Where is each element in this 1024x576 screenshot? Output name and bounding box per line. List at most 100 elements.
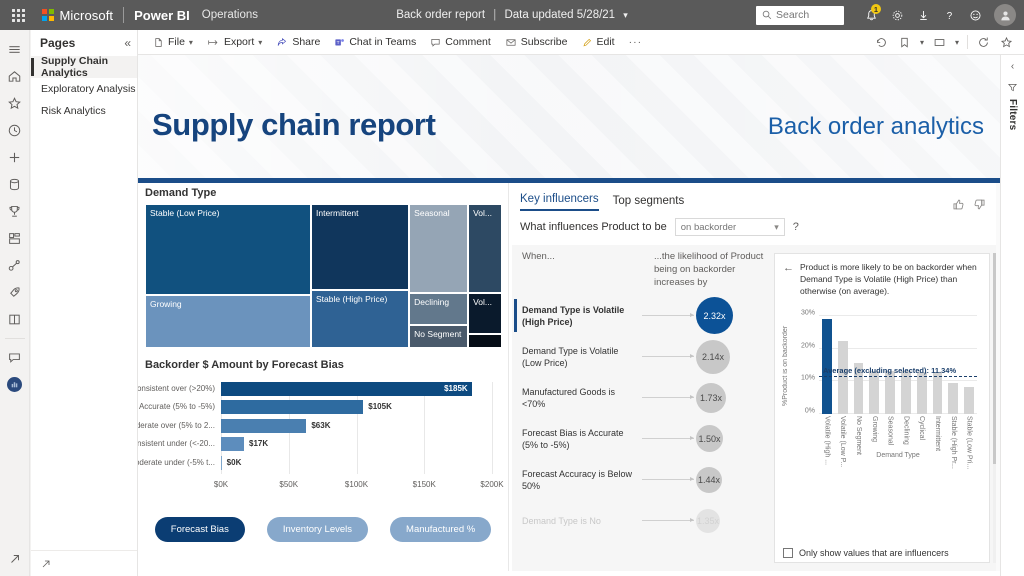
detail-bar[interactable]	[869, 371, 879, 414]
comment-button[interactable]: Comment	[423, 30, 498, 55]
chevron-down-icon[interactable]: ▾	[189, 38, 193, 47]
create-plus-icon[interactable]	[0, 144, 30, 171]
chevron-down-icon[interactable]: ▾	[623, 10, 628, 21]
detail-bar[interactable]	[885, 371, 895, 414]
recent-clock-icon[interactable]	[0, 117, 30, 144]
favorites-star-icon[interactable]	[0, 90, 30, 117]
thumbs-down-icon[interactable]	[973, 198, 986, 211]
only-influencers-checkbox[interactable]: Only show values that are influencers	[783, 548, 949, 558]
treemap-node[interactable]: Growing	[145, 295, 311, 348]
back-arrow-icon[interactable]: ←	[783, 262, 794, 298]
influencer-bubble[interactable]: 1.44x	[696, 467, 722, 493]
detail-bar[interactable]	[917, 372, 927, 414]
hamburger-menu-icon[interactable]	[0, 36, 30, 63]
treemap-node[interactable]: Stable (Low Price)	[145, 204, 311, 295]
more-options-icon[interactable]: ···	[622, 30, 650, 55]
refresh-icon[interactable]	[972, 30, 995, 55]
bar-row[interactable]: Moderate under (-5% t...$0K	[221, 456, 492, 470]
bar-row[interactable]: Consistent over (>20%)$185K	[221, 382, 492, 396]
bar[interactable]	[221, 456, 222, 470]
treemap-node[interactable]: Seasonal	[409, 204, 468, 293]
account-avatar[interactable]	[994, 4, 1016, 26]
bar[interactable]	[221, 437, 244, 451]
subscribe-button[interactable]: Subscribe	[498, 30, 575, 55]
expand-arrow-icon[interactable]	[40, 558, 52, 570]
favorite-star-icon[interactable]	[995, 30, 1018, 55]
influencer-row[interactable]: Demand Type is Volatile (Low Price)2.14x	[512, 336, 774, 377]
microsoft-logo[interactable]: Microsoft	[42, 8, 113, 23]
pill-forecast-bias[interactable]: Forecast Bias	[155, 517, 245, 542]
workspaces-icon[interactable]	[0, 306, 30, 333]
external-link-icon[interactable]	[0, 549, 30, 576]
treemap-node[interactable]: Vol...	[468, 293, 502, 333]
tab-key-influencers[interactable]: Key influencers	[520, 193, 599, 211]
export-menu-button[interactable]: Export ▾	[200, 30, 269, 55]
datahub-icon[interactable]	[0, 171, 30, 198]
search-input[interactable]: Search	[756, 6, 844, 25]
data-updated-label[interactable]: Data updated 5/28/21	[504, 9, 615, 21]
collapse-chevrons-icon[interactable]: «	[124, 36, 131, 50]
download-icon[interactable]	[910, 0, 936, 30]
chevron-down-icon[interactable]: ▾	[258, 38, 262, 47]
metric-dropdown[interactable]: on backorder ▾	[675, 218, 785, 236]
chevron-down-icon[interactable]: ▾	[774, 222, 779, 233]
chat-in-teams-button[interactable]: T Chat in Teams	[327, 30, 423, 55]
checkbox-box[interactable]	[783, 548, 793, 558]
learn-rocket-icon[interactable]	[0, 279, 30, 306]
influencer-bubble[interactable]: 1.73x	[696, 383, 726, 413]
treemap-visual[interactable]: Demand Type Stable (Low Price)GrowingInt…	[140, 183, 506, 355]
deployment-pipelines-icon[interactable]	[0, 252, 30, 279]
pill-manufactured[interactable]: Manufactured %	[390, 517, 491, 542]
sidebar-item-supply-chain-analytics[interactable]: Supply Chain Analytics	[31, 56, 137, 78]
home-icon[interactable]	[0, 63, 30, 90]
detail-bar[interactable]	[933, 372, 943, 414]
feedback-smiley-icon[interactable]	[962, 0, 988, 30]
bookmarks-icon[interactable]	[893, 30, 916, 55]
bar-chart-plot[interactable]: Consistent over (>20%)$185K Accurate (5% …	[145, 376, 506, 500]
influencer-bubble[interactable]: 2.32x	[696, 297, 733, 334]
tab-top-segments[interactable]: Top segments	[613, 195, 685, 211]
influencer-bubble[interactable]: 2.14x	[696, 340, 730, 374]
detail-bar[interactable]	[838, 341, 848, 414]
app-launcher-icon[interactable]	[0, 0, 36, 30]
feedback-chat-icon[interactable]	[0, 344, 30, 371]
sidebar-item-exploratory-analysis[interactable]: Exploratory Analysis	[31, 78, 137, 100]
influencer-bubble[interactable]: 1.35x	[696, 509, 720, 533]
bookmarks-chevron-down-icon[interactable]: ▾	[916, 30, 928, 55]
bell-icon[interactable]: 1	[858, 0, 884, 30]
bar-row[interactable]: Accurate (5% to -5%)$105K	[221, 400, 492, 414]
metric-pill-group[interactable]: Forecast Bias Inventory Levels Manufacture…	[143, 507, 503, 551]
bar[interactable]	[221, 382, 472, 396]
help-icon[interactable]: ?	[936, 0, 962, 30]
pill-inventory-levels[interactable]: Inventory Levels	[267, 517, 368, 542]
treemap-plot[interactable]: Stable (Low Price)GrowingIntermittentSta…	[145, 204, 502, 348]
influencer-row[interactable]: Demand Type is No1.35x	[512, 500, 774, 541]
bar-row[interactable]: Moderate over (5% to 2...$63K	[221, 419, 492, 433]
canvas-scrollbar[interactable]	[996, 183, 1000, 571]
file-menu-button[interactable]: File ▾	[146, 30, 200, 55]
influencers-list[interactable]: Demand Type is Volatile (High Price)2.32…	[512, 295, 774, 541]
detail-bar[interactable]	[964, 387, 974, 414]
sidebar-item-risk-analytics[interactable]: Risk Analytics	[31, 100, 137, 122]
backorder-bar-visual[interactable]: Backorder $ Amount by Forecast Bias Cons…	[140, 355, 506, 507]
chevron-left-icon[interactable]: ‹	[1011, 61, 1014, 72]
detail-bar[interactable]	[948, 383, 958, 414]
influencer-row[interactable]: Forecast Accuracy is Below 50%1.44x	[512, 459, 774, 500]
influencer-row[interactable]: Manufactured Goods is <70%1.73x	[512, 377, 774, 418]
influencer-bubble[interactable]: 1.50x	[696, 425, 723, 452]
bar[interactable]	[221, 419, 306, 433]
influencer-row[interactable]: Demand Type is Volatile (High Price)2.32…	[512, 295, 774, 336]
goals-trophy-icon[interactable]	[0, 198, 30, 225]
filter-funnel-icon[interactable]	[1007, 82, 1018, 93]
edit-button[interactable]: Edit	[575, 30, 622, 55]
treemap-node[interactable]	[468, 334, 502, 348]
help-icon[interactable]: ?	[793, 221, 799, 233]
treemap-node[interactable]: Stable (High Price)	[311, 290, 409, 348]
gear-icon[interactable]	[884, 0, 910, 30]
treemap-node[interactable]: Declining	[409, 293, 468, 325]
report-name[interactable]: Back order report	[396, 9, 485, 21]
reset-icon[interactable]	[870, 30, 893, 55]
detail-bar-chart[interactable]: %Product is on backorder 0%10%20%30%Aver…	[783, 306, 981, 464]
thumbs-up-icon[interactable]	[952, 198, 965, 211]
workspace-name[interactable]: Operations	[202, 9, 258, 21]
